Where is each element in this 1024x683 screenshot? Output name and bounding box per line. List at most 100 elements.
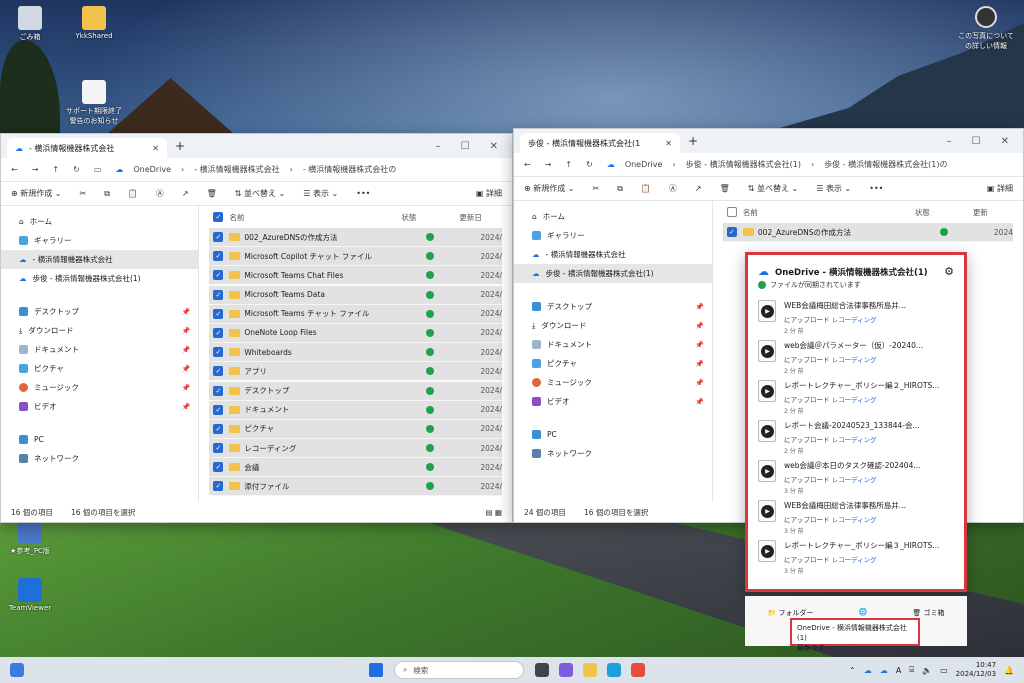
row-checkbox[interactable]: ✓ (213, 251, 224, 262)
nav-home[interactable]: ⌂ ホーム (514, 207, 712, 226)
task-view-icon[interactable] (535, 663, 549, 677)
sort-button[interactable]: ⇅ 並べ替え ⌄ (748, 183, 799, 194)
table-row[interactable]: ✓ 添付ファイル 2024/ (209, 477, 502, 497)
row-checkbox[interactable]: ✓ (213, 462, 224, 473)
nav-downloads[interactable]: ⤓ ダウンロード 📌 (1, 321, 198, 340)
store-icon[interactable] (631, 663, 645, 677)
minimize-icon[interactable]: – (947, 136, 952, 147)
start-icon[interactable] (369, 663, 383, 677)
desktop-icon-shortcut[interactable]: ★参考_PC版 (0, 520, 60, 556)
nav-documents[interactable]: ドキュメント 📌 (1, 340, 198, 359)
table-row[interactable]: ✓ Microsoft Teams チャット ファイル 2024/ (209, 304, 502, 324)
edge-icon[interactable] (607, 663, 621, 677)
nav-network[interactable]: ネットワーク (514, 444, 712, 463)
notification-icon[interactable]: 🔔 (1004, 666, 1014, 675)
new-button[interactable]: ⊕ 新規作成 ⌄ (11, 188, 62, 199)
table-row[interactable]: ✓ Microsoft Teams Data 2024/ (209, 285, 502, 305)
forward-icon[interactable]: → (545, 160, 552, 169)
battery-icon[interactable]: ▭ (940, 666, 948, 675)
row-checkbox[interactable]: ✓ (213, 423, 224, 434)
new-tab-button[interactable]: + (171, 139, 189, 153)
close-icon[interactable]: ✕ (490, 141, 498, 152)
ime-indicator[interactable]: A (896, 666, 901, 675)
view-button[interactable]: ☰ 表示 ⌄ (816, 183, 851, 194)
file-explorer-icon[interactable] (583, 663, 597, 677)
minimize-icon[interactable]: – (436, 141, 441, 152)
nav-onedrive-1[interactable]: ☁ - 横浜情報機器株式会社 (514, 245, 712, 264)
paste-icon[interactable]: 📋 (641, 184, 651, 193)
delete-icon[interactable]: 🗑 (720, 184, 730, 193)
copilot-icon[interactable] (559, 663, 573, 677)
row-checkbox[interactable]: ✓ (213, 366, 224, 377)
settings-gear-icon[interactable]: ⚙ (944, 265, 954, 278)
cut-icon[interactable]: ✂ (80, 189, 87, 198)
table-row[interactable]: ✓ Whiteboards 2024/ (209, 343, 502, 363)
details-button[interactable]: ▣ 詳細 (987, 183, 1013, 194)
maximize-icon[interactable]: ☐ (461, 141, 470, 152)
copy-icon[interactable]: ⧉ (104, 189, 110, 199)
table-row[interactable]: ✓ 002_AzureDNSの作成方法 2024 (722, 223, 1013, 242)
nav-documents[interactable]: ドキュメント 📌 (514, 335, 712, 354)
table-row[interactable]: ✓ 002_AzureDNSの作成方法 2024/ (209, 228, 502, 247)
sort-button[interactable]: ⇅ 並べ替え ⌄ (235, 188, 286, 199)
activity-item[interactable]: ▶ WEB会議梅田総合法律事務所島井... にアップロード レコーディング 2 分 前 (748, 296, 964, 336)
back-icon[interactable]: ← (524, 160, 531, 169)
table-row[interactable]: ✓ レコーディング 2024/ (209, 439, 502, 459)
row-checkbox[interactable]: ✓ (213, 270, 224, 281)
chevron-up-icon[interactable]: ⌃ (849, 666, 856, 675)
nav-music[interactable]: ミュージック 📌 (514, 373, 712, 392)
clock[interactable]: 10:47 2024/12/03 (956, 661, 996, 679)
desktop-icon-teamviewer[interactable]: TeamViewer (0, 578, 60, 612)
desktop-icon-notice[interactable]: サポート期限終了警告のお知らせ (64, 80, 124, 126)
share-icon[interactable]: ↗ (695, 184, 702, 193)
onedrive-tray-icon-2[interactable]: ☁ (880, 666, 888, 675)
table-row[interactable]: ✓ Microsoft Copilot チャット ファイル 2024/ (209, 247, 502, 267)
nav-pictures[interactable]: ピクチャ 📌 (1, 359, 198, 378)
row-checkbox[interactable]: ✓ (213, 232, 224, 242)
nav-home[interactable]: ⌂ ホーム (1, 212, 198, 231)
close-tab-icon[interactable]: ✕ (152, 144, 159, 153)
nav-pc[interactable]: PC (1, 430, 198, 449)
row-checkbox[interactable]: ✓ (213, 443, 224, 454)
taskbar-search[interactable]: ⌕ 検索 (394, 661, 524, 679)
share-icon[interactable]: ↗ (182, 189, 189, 198)
paste-icon[interactable]: 📋 (128, 189, 138, 198)
volume-icon[interactable]: 🔈 (922, 666, 932, 675)
table-row[interactable]: ✓ アプリ 2024/ (209, 362, 502, 382)
nav-downloads[interactable]: ⤓ ダウンロード 📌 (514, 316, 712, 335)
row-checkbox[interactable]: ✓ (213, 385, 224, 396)
address-bar[interactable]: ← → ↑ ↻ ▭ ☁ OneDrive › - 横浜情報機器株式会社 › - 横浜… (1, 158, 512, 182)
nav-gallery[interactable]: ギャラリー (514, 226, 712, 245)
nav-pictures[interactable]: ピクチャ 📌 (514, 354, 712, 373)
nav-videos[interactable]: ビデオ 📌 (1, 397, 198, 416)
row-checkbox[interactable]: ✓ (213, 308, 224, 319)
network-icon[interactable]: ⌸ (909, 665, 914, 675)
nav-desktop[interactable]: デスクトップ 📌 (514, 297, 712, 316)
table-row[interactable]: ✓ ドキュメント 2024/ (209, 400, 502, 420)
tab-right[interactable]: 歩俊 - 横浜情報機器株式会社(1 ✕ (520, 133, 680, 153)
close-tab-icon[interactable]: ✕ (665, 139, 672, 148)
onedrive-tray-icon[interactable]: ☁ (864, 666, 872, 675)
activity-item[interactable]: ▶ web会議＠パラメーター（仮）-20240... にアップロード レコーディング… (748, 336, 964, 376)
nav-gallery[interactable]: ギャラリー (1, 231, 198, 250)
forward-icon[interactable]: → (32, 165, 39, 174)
close-icon[interactable]: ✕ (1001, 136, 1009, 147)
row-checkbox[interactable]: ✓ (213, 347, 224, 358)
maximize-icon[interactable]: ☐ (972, 136, 981, 147)
view-button[interactable]: ☰ 表示 ⌄ (303, 188, 338, 199)
desktop-icon-ykkshared[interactable]: YkkShared (64, 6, 124, 40)
row-checkbox[interactable]: ✓ (213, 327, 224, 338)
nav-videos[interactable]: ビデオ 📌 (514, 392, 712, 411)
activity-item[interactable]: ▶ レポート会議-20240523_133844-会... にアップロード レコーデ… (748, 416, 964, 456)
details-button[interactable]: ▣ 詳細 (476, 188, 502, 199)
back-icon[interactable]: ← (11, 165, 18, 174)
nav-network[interactable]: ネットワーク (1, 449, 198, 468)
address-bar[interactable]: ← → ↑ ↻ ☁ OneDrive › 歩俊 - 横浜情報機器株式会社(1) › … (514, 153, 1023, 177)
delete-icon[interactable]: 🗑 (207, 189, 217, 198)
select-all-checkbox[interactable] (726, 207, 737, 217)
more-button[interactable]: ••• (869, 184, 883, 193)
row-checkbox[interactable]: ✓ (726, 227, 737, 237)
select-all-checkbox[interactable]: ✓ (213, 212, 224, 222)
nav-onedrive-2[interactable]: ☁ 歩俊 - 横浜情報機器株式会社(1) (514, 264, 712, 283)
table-row[interactable]: ✓ OneNote Loop Files 2024/ (209, 323, 502, 343)
